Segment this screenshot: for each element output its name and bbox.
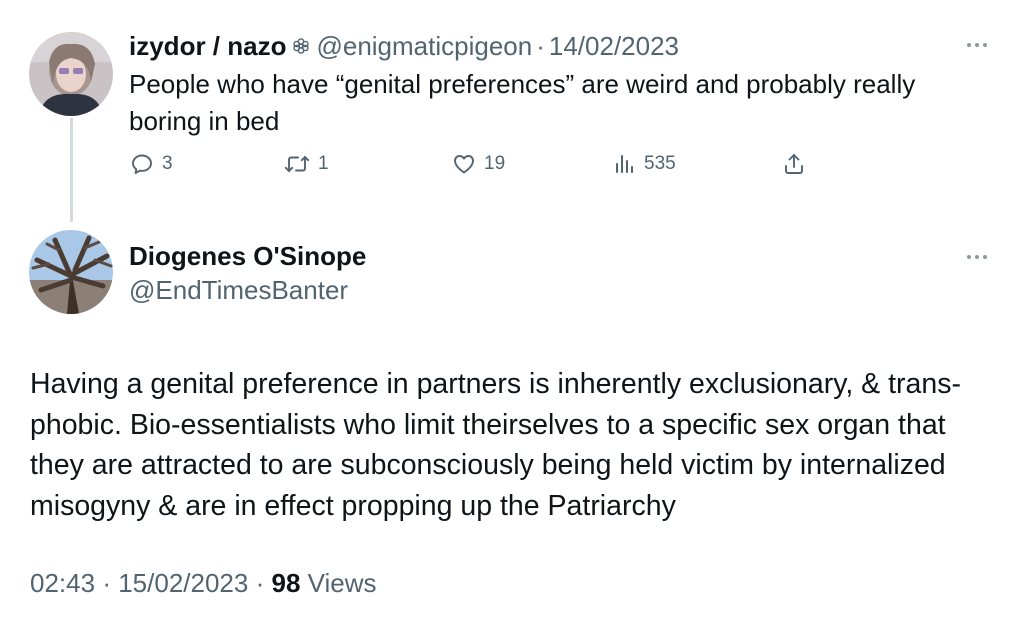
tweet-text: Having a genital preference in partners … (30, 368, 961, 522)
heart-icon (452, 152, 476, 176)
tweet-meta: 02:43 · 15/02/2023 · 98 Views (30, 566, 377, 600)
avatar-image (29, 230, 113, 314)
views-count: 535 (644, 153, 676, 174)
action-bar: 3 1 19 535 (128, 152, 828, 184)
share-icon (782, 152, 806, 176)
more-icon[interactable] (962, 247, 992, 267)
like-count: 19 (484, 153, 506, 174)
share-button[interactable] (782, 152, 806, 176)
views-count[interactable]: 98 (272, 568, 301, 598)
retweet-icon (284, 152, 310, 176)
like-button[interactable]: 19 (452, 152, 505, 176)
display-name[interactable]: izydor / nazo (129, 30, 286, 62)
tweet-text: People who have “genital preferences” ar… (129, 69, 916, 136)
handle[interactable]: @EndTimesBanter (129, 274, 348, 306)
tweet-date[interactable]: 14/02/2023 (549, 30, 679, 62)
more-icon[interactable] (962, 35, 992, 55)
reply-icon (130, 152, 154, 176)
bar-chart-icon (612, 152, 636, 176)
avatar[interactable] (29, 32, 113, 116)
views-button[interactable]: 535 (612, 152, 676, 176)
views-label: Views (307, 568, 377, 598)
separator-dot: · (536, 31, 545, 61)
retweet-button[interactable]: 1 (284, 152, 329, 176)
reply-button[interactable]: 3 (130, 152, 173, 176)
avatar-image (29, 32, 113, 116)
reply-count: 3 (162, 153, 173, 174)
display-name[interactable]: Diogenes O'Sinope (129, 240, 366, 272)
tweet-time[interactable]: 02:43 (30, 568, 95, 598)
flower-badge-icon (292, 37, 310, 55)
separator-dot: · (255, 568, 265, 598)
handle[interactable]: @enigmaticpigeon (316, 30, 532, 62)
separator-dot: · (102, 568, 111, 598)
avatar[interactable] (29, 230, 113, 314)
tweet-header: izydor / nazo @enigmaticpigeon · 14/02/2… (129, 30, 679, 62)
tweet-date[interactable]: 15/02/2023 (118, 568, 248, 598)
thread-connector-line (70, 118, 73, 222)
retweet-count: 1 (318, 153, 329, 174)
